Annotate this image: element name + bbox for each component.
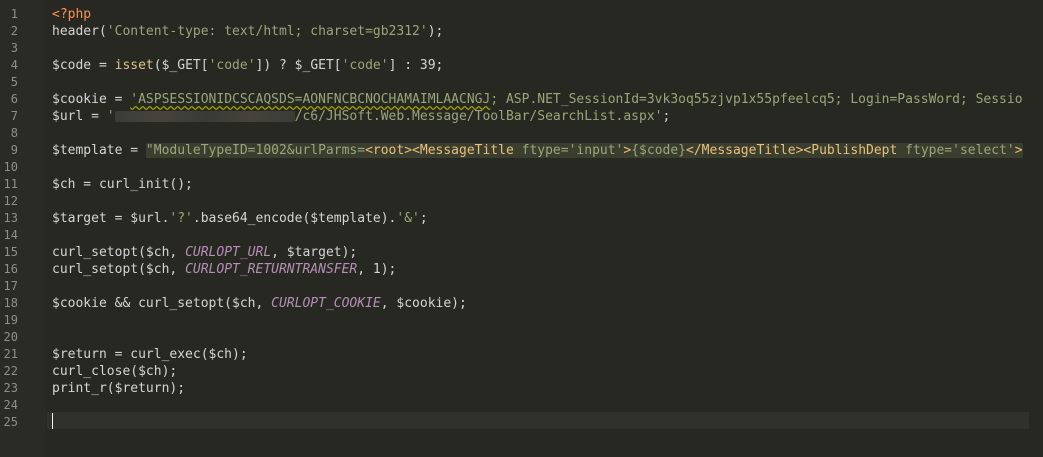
code-token: , 1); (357, 262, 397, 277)
line-number: 5 (10, 75, 18, 89)
code-string: '?' (169, 211, 193, 226)
redacted-url-blur (114, 111, 295, 122)
code-constant: CURLOPT_RETURNTRANSFER (185, 262, 358, 277)
code-markup: > (1014, 143, 1023, 158)
code-token: $cookie && curl_setopt($ch, (52, 296, 272, 311)
code-markup: <root><MessageTitle (365, 143, 514, 158)
code-token: $ch = curl_init(); (52, 177, 193, 192)
code-string: "ModuleTypeID=1002&urlParms= (145, 143, 366, 158)
line-number: 7 (10, 109, 18, 123)
code-string: '&' (396, 211, 420, 226)
code-token: ]) ? $_GET[ (255, 58, 342, 73)
php-open-tag: <?php (52, 7, 92, 22)
line-number: 4 (10, 58, 18, 72)
line-number: 22 (3, 364, 18, 378)
code-token: , $cookie); (380, 296, 467, 311)
code-token: curl_setopt($ch, (52, 245, 186, 260)
code-constant: CURLOPT_URL (185, 245, 272, 260)
line-number: 16 (3, 262, 18, 276)
line-number: 11 (3, 177, 18, 191)
code-string: 'code' (341, 58, 389, 73)
line-number: 12 (3, 194, 18, 208)
line-number: 3 (10, 41, 18, 55)
code-string: ftype= (897, 143, 953, 158)
code-line-6[interactable]: $cookie = 'ASPSESSIONIDCSCAQSDS=AONFNCBC… (52, 91, 1023, 108)
code-token: $template = (52, 143, 146, 158)
line-number: 25 (3, 415, 18, 429)
code-string: 'select' (952, 143, 1015, 158)
current-line-highlight (47, 412, 1043, 429)
code-line-15[interactable]: curl_setopt($ch, CURLOPT_URL, $target); (52, 244, 357, 261)
line-number: 2 (10, 24, 18, 38)
code-token: ($_GET[ (153, 58, 209, 73)
code-string: ftype= (513, 143, 569, 158)
code-token: $cookie = (52, 92, 131, 107)
code-line-16[interactable]: curl_setopt($ch, CURLOPT_RETURNTRANSFER,… (52, 261, 396, 278)
code-string: 'code' (208, 58, 256, 73)
code-line-11[interactable]: $ch = curl_init(); (52, 176, 193, 193)
code-token: $url = (52, 109, 107, 124)
code-constant: CURLOPT_COOKIE (271, 296, 381, 311)
code-token: , $target); (271, 245, 358, 260)
code-line-2[interactable]: header('Content-type: text/html; charset… (52, 23, 443, 40)
code-string: {$code} (631, 143, 687, 158)
code-token: ] : 39; (388, 58, 444, 73)
line-number: 1 (10, 7, 18, 21)
code-string: /c6/JHSoft.Web.Message/ToolBar/SearchLis… (294, 109, 663, 124)
code-line-7[interactable]: $url = ' /c6/JHSoft.Web.Message/ToolBar/S… (52, 108, 670, 125)
code-token: curl_close($ch); (52, 364, 178, 379)
code-token: curl_setopt($ch, (52, 262, 186, 277)
code-token: $target = $url. (52, 211, 170, 226)
code-string: ' (106, 109, 115, 124)
code-token: $code = (52, 58, 115, 73)
line-number: 20 (3, 330, 18, 344)
code-token: $return = curl_exec($ch); (52, 347, 248, 362)
line-number: 15 (3, 245, 18, 259)
code-area[interactable]: <?php header('Content-type: text/html; c… (47, 0, 1043, 457)
line-number: 14 (3, 228, 18, 242)
line-number: 23 (3, 381, 18, 395)
vertical-scrollbar[interactable] (1029, 0, 1043, 457)
code-line-4[interactable]: $code = isset($_GET['code']) ? $_GET['co… (52, 57, 443, 74)
code-line-18[interactable]: $cookie && curl_setopt($ch, CURLOPT_COOK… (52, 295, 467, 312)
line-number: 10 (3, 160, 18, 174)
line-number: 6 (10, 92, 18, 106)
code-line-9[interactable]: $template = "ModuleTypeID=1002&urlParms=… (52, 142, 1023, 159)
code-token: ); (427, 24, 444, 39)
code-markup: </MessageTitle><PublishDept (686, 143, 898, 158)
code-string: 'ASPSESSIONIDCSCAQSDS=AONFNCBCNOCHAMAIML… (130, 92, 491, 107)
code-keyword: isset (114, 58, 154, 73)
code-token: header( (52, 24, 107, 39)
code-line-23[interactable]: print_r($return); (52, 380, 185, 397)
fold-gutter[interactable] (30, 0, 46, 457)
code-string: 'input' (568, 143, 624, 158)
code-line-13[interactable]: $target = $url.'?'.base64_encode($templa… (52, 210, 428, 227)
code-line-22[interactable]: curl_close($ch); (52, 363, 177, 380)
line-number: 17 (3, 279, 18, 293)
line-number: 9 (10, 143, 18, 157)
text-caret (52, 413, 53, 429)
line-number: 8 (10, 126, 18, 140)
code-string: ; ASP.NET_SessionId=3vk3oq55zjvp1x55pfee… (490, 92, 1023, 107)
line-number: 19 (3, 313, 18, 327)
line-number: 13 (3, 211, 18, 225)
code-line-21[interactable]: $return = curl_exec($ch); (52, 346, 248, 363)
code-token: print_r($return); (52, 381, 186, 396)
line-number: 18 (3, 296, 18, 310)
code-token: ; (662, 109, 671, 124)
code-editor[interactable]: 1 2 3 4 5 6 7 8 9 10 11 12 13 14 15 16 1… (0, 0, 1043, 457)
code-line-1[interactable]: <?php (52, 6, 91, 23)
line-number: 24 (3, 398, 18, 412)
code-token: .base64_encode($template). (192, 211, 397, 226)
code-token: ; (419, 211, 428, 226)
code-string: 'Content-type: text/html; charset=gb2312… (106, 24, 428, 39)
line-number: 21 (3, 347, 18, 361)
